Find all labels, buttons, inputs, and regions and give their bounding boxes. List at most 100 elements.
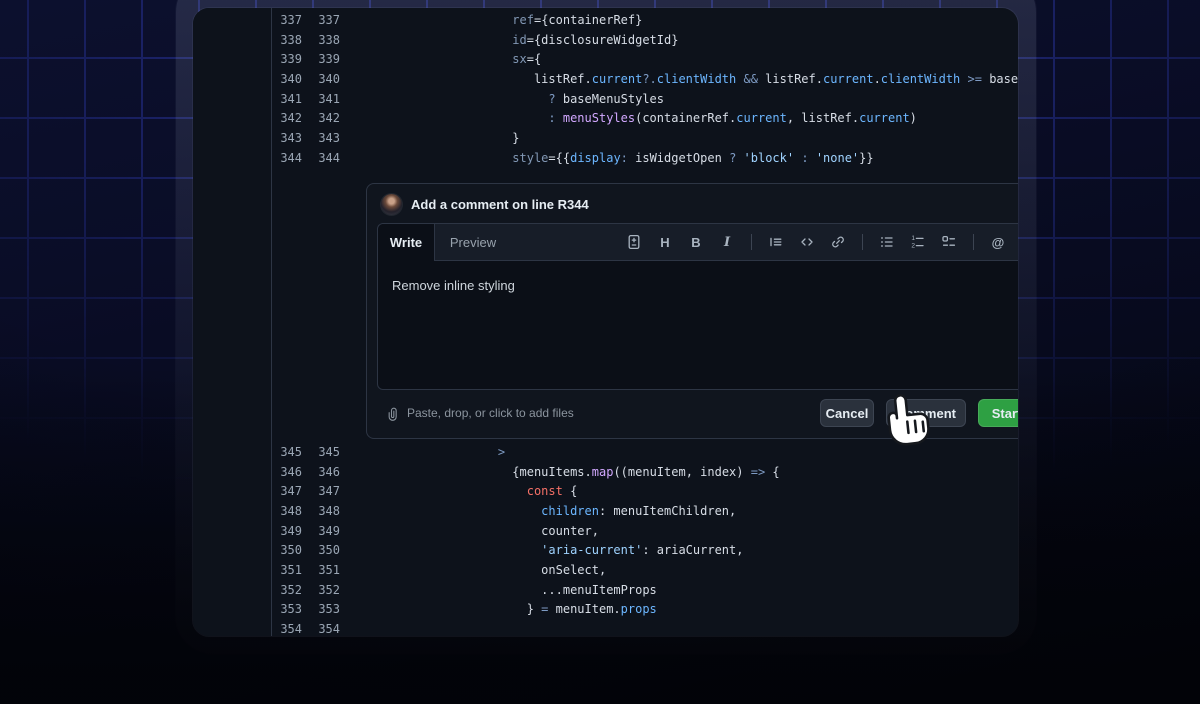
code-block-bottom: 345345 >346346 {menuItems.map((menuItem,… <box>272 442 1018 636</box>
old-line-number[interactable]: 343 <box>272 131 306 145</box>
code-row: 339339 sx={ <box>272 49 1018 69</box>
code-line: ...menuItemProps <box>344 583 657 597</box>
new-line-number[interactable]: 337 <box>306 13 344 27</box>
comment-button[interactable]: Comment <box>886 399 966 427</box>
new-line-number[interactable]: 340 <box>306 72 344 86</box>
new-line-number[interactable]: 347 <box>306 484 344 498</box>
code-line: onSelect, <box>344 563 606 577</box>
new-line-number[interactable]: 344 <box>306 151 344 165</box>
new-line-number[interactable]: 343 <box>306 131 344 145</box>
svg-text:1: 1 <box>911 235 915 242</box>
comment-title: Add a comment on line R344 <box>411 197 589 212</box>
italic-button[interactable]: I <box>717 232 737 252</box>
new-line-number[interactable]: 351 <box>306 563 344 577</box>
new-line-number[interactable]: 349 <box>306 524 344 538</box>
bold-button[interactable]: B <box>686 232 706 252</box>
code-line: ref={containerRef} <box>344 13 642 27</box>
old-line-number[interactable]: 354 <box>272 622 306 636</box>
code-row: 349349 counter, <box>272 521 1018 541</box>
old-line-number[interactable]: 338 <box>272 33 306 47</box>
code-row: 340340 listRef.current?.clientWidth && l… <box>272 69 1018 89</box>
old-line-number[interactable]: 352 <box>272 583 306 597</box>
task-list-button[interactable] <box>939 232 959 252</box>
code-row: 341341 ? baseMenuStyles <box>272 89 1018 109</box>
old-line-number[interactable]: 350 <box>272 543 306 557</box>
attach-files-area[interactable]: Paste, drop, or click to add files <box>385 388 574 438</box>
old-line-number[interactable]: 340 <box>272 72 306 86</box>
toolbar-divider <box>862 234 863 250</box>
old-line-number[interactable]: 351 <box>272 563 306 577</box>
code-line: ? baseMenuStyles <box>344 92 664 106</box>
start-review-button[interactable]: Start a review <box>978 399 1018 427</box>
code-button[interactable] <box>797 232 817 252</box>
code-row: 348348 children: menuItemChildren, <box>272 501 1018 521</box>
code-line: const { <box>344 484 577 498</box>
quote-icon <box>768 234 784 250</box>
old-line-number[interactable]: 339 <box>272 52 306 66</box>
unordered-list-button[interactable] <box>877 232 897 252</box>
old-line-number[interactable]: 348 <box>272 504 306 518</box>
old-line-number[interactable]: 346 <box>272 465 306 479</box>
old-line-number[interactable]: 341 <box>272 92 306 106</box>
diff-panel: 337337 ref={containerRef}338338 id={disc… <box>272 8 1018 636</box>
code-line: 'aria-current': ariaCurrent, <box>344 543 743 557</box>
link-button[interactable] <box>828 232 848 252</box>
code-row: 342342 : menuStyles(containerRef.current… <box>272 108 1018 128</box>
ordered-list-button[interactable]: 1 2 <box>908 232 928 252</box>
heading-button[interactable]: H <box>655 232 675 252</box>
old-line-number[interactable]: 347 <box>272 484 306 498</box>
new-line-number[interactable]: 338 <box>306 33 344 47</box>
old-line-number[interactable]: 337 <box>272 13 306 27</box>
link-icon <box>830 234 846 250</box>
code-line: {menuItems.map((menuItem, index) => { <box>344 465 780 479</box>
ordered-list-icon: 1 2 <box>910 234 926 250</box>
github-window: 337337 ref={containerRef}338338 id={disc… <box>193 8 1018 636</box>
comment-input[interactable]: Remove inline styling <box>378 261 1018 389</box>
old-line-number[interactable]: 342 <box>272 111 306 125</box>
code-row: 347347 const { <box>272 481 1018 501</box>
new-line-number[interactable]: 341 <box>306 92 344 106</box>
new-line-number[interactable]: 345 <box>306 445 344 459</box>
task-list-icon <box>941 234 957 250</box>
code-line: listRef.current?.clientWidth && listRef.… <box>344 72 1018 86</box>
code-row: 344344 style={{display: isWidgetOpen ? '… <box>272 148 1018 168</box>
unordered-list-icon <box>879 234 895 250</box>
old-line-number[interactable]: 349 <box>272 524 306 538</box>
code-row: 338338 id={disclosureWidgetId} <box>272 30 1018 50</box>
tab-preview[interactable]: Preview <box>435 224 511 260</box>
tab-write[interactable]: Write <box>378 224 435 261</box>
new-line-number[interactable]: 346 <box>306 465 344 479</box>
new-line-number[interactable]: 354 <box>306 622 344 636</box>
code-line: : menuStyles(containerRef.current, listR… <box>344 111 917 125</box>
italic-icon: I <box>724 235 730 250</box>
inline-comment-card: Add a comment on line R344 Write Preview <box>366 183 1018 439</box>
old-line-number[interactable]: 345 <box>272 445 306 459</box>
new-line-number[interactable]: 339 <box>306 52 344 66</box>
cancel-button[interactable]: Cancel <box>820 399 874 427</box>
svg-text:2: 2 <box>911 243 915 250</box>
new-line-number[interactable]: 350 <box>306 543 344 557</box>
old-line-number[interactable]: 344 <box>272 151 306 165</box>
new-line-number[interactable]: 352 <box>306 583 344 597</box>
code-row: 343343 } <box>272 128 1018 148</box>
old-line-number[interactable]: 353 <box>272 602 306 616</box>
mention-icon: @ <box>992 235 1005 250</box>
code-row: 337337 ref={containerRef} <box>272 10 1018 30</box>
new-line-number[interactable]: 353 <box>306 602 344 616</box>
code-line: children: menuItemChildren, <box>344 504 736 518</box>
code-row: 351351 onSelect, <box>272 560 1018 580</box>
new-line-number[interactable]: 348 <box>306 504 344 518</box>
mention-button[interactable]: @ <box>988 232 1008 252</box>
code-line: > <box>344 445 505 459</box>
code-row: 354354 <box>272 619 1018 636</box>
file-diff-icon <box>626 234 642 250</box>
code-row: 345345 > <box>272 442 1018 462</box>
new-line-number[interactable]: 342 <box>306 111 344 125</box>
code-line: counter, <box>344 524 599 538</box>
insert-suggestion-button[interactable] <box>624 232 644 252</box>
quote-button[interactable] <box>766 232 786 252</box>
bold-icon: B <box>691 235 700 250</box>
code-line: id={disclosureWidgetId} <box>344 33 678 47</box>
editor-tabstrip: Write Preview H B I <box>378 224 1018 261</box>
code-line: } <box>344 131 520 145</box>
